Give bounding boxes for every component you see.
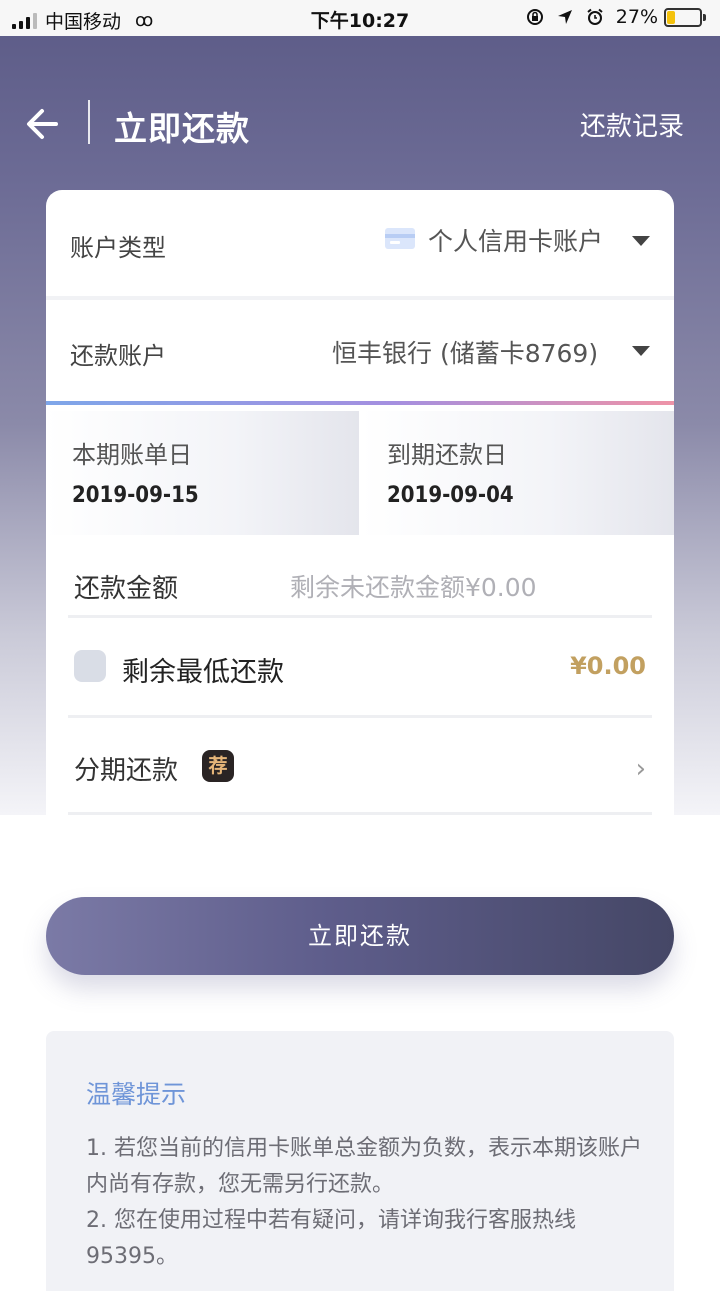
location-icon (557, 10, 572, 24)
recommend-badge: 荐 (202, 750, 234, 782)
back-arrow-icon (27, 109, 58, 139)
back-button[interactable] (24, 102, 64, 146)
amount-input[interactable]: 剩余未还款金额¥0.00 (290, 568, 537, 604)
alarm-icon (587, 8, 603, 25)
gradient-divider (46, 401, 674, 405)
repay-account-label: 还款账户 (70, 342, 166, 370)
due-date-label: 到期还款日 (387, 441, 507, 469)
due-date-value: 2019-09-04 (387, 483, 514, 508)
nav-header: 立即还款 还款记录 (0, 84, 720, 164)
lock-rotation-icon (526, 9, 543, 25)
battery-percent: 27% (615, 6, 658, 28)
repay-account-row[interactable]: 还款账户 恒丰银行 (储蓄卡8769) (46, 300, 674, 401)
installment-label: 分期还款 (74, 756, 179, 786)
tips-panel: 温馨提示 1. 若您当前的信用卡账单总金额为负数，表示本期该账户内尚有存款，您无… (46, 1031, 674, 1291)
repayment-card: 账户类型 个人信用卡账户 还款账户 恒丰银行 (储蓄卡8769) 本期账单日 2… (46, 190, 674, 815)
account-type-value: 个人信用卡账户 (428, 227, 604, 256)
row-separator (68, 615, 652, 618)
repayment-records-link[interactable]: 还款记录 (580, 106, 684, 143)
amount-label: 还款金额 (74, 574, 179, 604)
battery-fill (667, 10, 675, 24)
bill-date-cell: 本期账单日 2019-09-15 (46, 411, 359, 535)
status-bar: 中国移动 ꝏ 下午10:27 27% (0, 0, 720, 36)
min-payment-label: 剩余最低还款 (122, 657, 284, 688)
min-payment-value: ¥0.00 (570, 652, 646, 680)
caret-down-icon (632, 346, 650, 356)
header-divider (88, 100, 90, 144)
battery-tip (703, 13, 706, 21)
tips-body: 1. 若您当前的信用卡账单总金额为负数，表示本期该账户内尚有存款，您无需另行还款… (86, 1131, 646, 1275)
chevron-right-icon: › (635, 754, 646, 784)
credit-card-icon (385, 228, 415, 249)
due-date-cell: 到期还款日 2019-09-04 (361, 411, 674, 535)
installment-row[interactable]: 分期还款 (46, 718, 674, 810)
bill-date-value: 2019-09-15 (72, 483, 199, 508)
tips-title: 温馨提示 (86, 1080, 187, 1109)
battery-icon (664, 7, 702, 27)
bill-date-label: 本期账单日 (72, 441, 192, 469)
page-title: 立即还款 (114, 109, 250, 148)
account-type-row[interactable]: 账户类型 个人信用卡账户 (46, 190, 674, 296)
status-right: 27% (526, 6, 706, 28)
min-payment-checkbox[interactable] (74, 650, 106, 682)
tip-line: 2. 您在使用过程中若有疑问，请详询我行客服热线95395。 (86, 1208, 576, 1269)
battery-indicator: 27% (616, 6, 706, 28)
tip-line: 1. 若您当前的信用卡账单总金额为负数，表示本期该账户内尚有存款，您无需另行还款… (86, 1136, 642, 1197)
repay-account-value: 恒丰银行 (储蓄卡8769) (332, 339, 599, 368)
row-separator (68, 812, 652, 815)
account-type-label: 账户类型 (70, 234, 166, 262)
pay-now-button[interactable]: 立即还款 (46, 897, 674, 975)
caret-down-icon (632, 236, 650, 246)
